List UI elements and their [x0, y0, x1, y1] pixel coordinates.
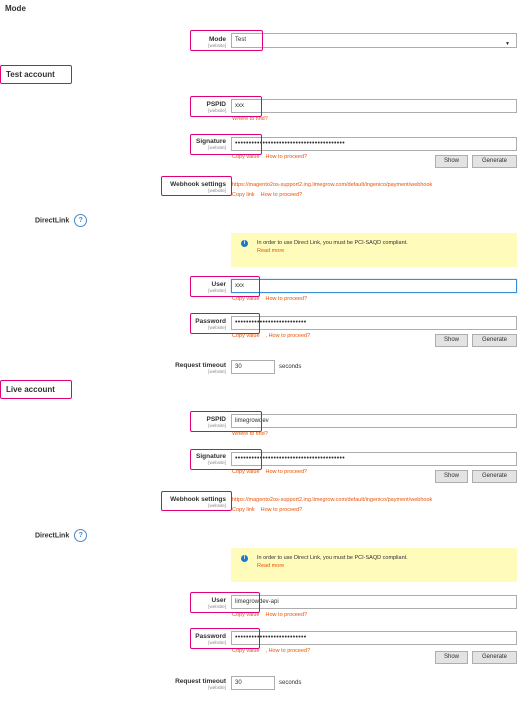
- test-directlink-info: i In order to use Direct Link, you must …: [231, 233, 517, 267]
- live-timeout-label: Request timeout [website]: [175, 678, 226, 690]
- info-icon: i: [241, 240, 248, 247]
- test-signature-generate-button[interactable]: Generate: [472, 155, 517, 168]
- chevron-down-icon: ▼: [505, 41, 510, 47]
- highlight-test-password: [190, 313, 260, 334]
- how-to-proceed-link[interactable]: How to proceed?: [266, 154, 308, 160]
- highlight-live-section: [0, 380, 72, 399]
- live-webhook-links: Copy link How to proceed?: [232, 507, 308, 513]
- live-password-input[interactable]: ••••••••••••••••••••••••••: [231, 631, 517, 645]
- test-webhook-url[interactable]: https://magento2os-support2.ing.limegrow…: [232, 182, 438, 188]
- copy-link[interactable]: Copy link: [232, 507, 255, 513]
- mode-section-title: Mode: [5, 4, 26, 13]
- mode-select[interactable]: Test ▼: [231, 33, 517, 48]
- read-more-link[interactable]: Read more: [257, 248, 284, 254]
- how-to-proceed-link[interactable]: How to proceed?: [266, 469, 308, 475]
- test-directlink-title: DirectLink?: [35, 214, 88, 227]
- test-signature-input[interactable]: ••••••••••••••••••••••••••••••••••••••••: [231, 137, 517, 151]
- highlight-test-pspid: [190, 96, 262, 117]
- how-to-proceed-link[interactable]: How to proceed?: [261, 507, 303, 513]
- how-to-proceed-link[interactable]: How to proceed?: [266, 612, 308, 618]
- test-user-input[interactable]: xxx: [231, 279, 517, 293]
- help-icon[interactable]: ?: [74, 529, 88, 542]
- test-password-show-button[interactable]: Show: [435, 334, 468, 347]
- test-timeout-input[interactable]: 30: [231, 360, 275, 374]
- highlight-mode: [190, 30, 263, 51]
- live-webhook-url[interactable]: https://magento2os-support2.ing.limegrow…: [232, 497, 438, 503]
- live-signature-show-button[interactable]: Show: [435, 470, 468, 483]
- live-directlink-info: i In order to use Direct Link, you must …: [231, 548, 517, 582]
- test-pspid-input[interactable]: xxx: [231, 99, 517, 113]
- live-timeout-unit: seconds: [279, 680, 302, 686]
- test-timeout-unit: seconds: [279, 364, 302, 370]
- test-signature-show-button[interactable]: Show: [435, 155, 468, 168]
- help-icon[interactable]: ?: [74, 214, 88, 227]
- how-to-proceed-link[interactable]: , How to proceed?: [266, 648, 311, 654]
- highlight-live-password: [190, 628, 260, 649]
- test-password-input[interactable]: ••••••••••••••••••••••••••: [231, 316, 517, 330]
- test-password-generate-button[interactable]: Generate: [472, 334, 517, 347]
- live-user-input[interactable]: limegrowdev-api: [231, 595, 517, 609]
- read-more-link[interactable]: Read more: [257, 563, 284, 569]
- test-webhook-links: Copy link How to proceed?: [232, 192, 308, 198]
- highlight-live-pspid: [190, 411, 262, 432]
- how-to-proceed-link[interactable]: How to proceed?: [266, 296, 308, 302]
- info-icon: i: [241, 555, 248, 562]
- how-to-proceed-link[interactable]: , How to proceed?: [266, 333, 311, 339]
- live-pspid-input[interactable]: limegrowdev: [231, 414, 517, 428]
- test-timeout-label: Request timeout [website]: [175, 362, 226, 374]
- highlight-test-section: [0, 65, 72, 84]
- live-timeout-input[interactable]: 30: [231, 676, 275, 690]
- live-password-generate-button[interactable]: Generate: [472, 651, 517, 664]
- highlight-test-signature: [190, 134, 262, 155]
- highlight-test-webhook: [161, 176, 232, 196]
- highlight-live-user: [190, 592, 260, 613]
- live-signature-generate-button[interactable]: Generate: [472, 470, 517, 483]
- highlight-live-webhook: [161, 491, 232, 511]
- live-signature-input[interactable]: ••••••••••••••••••••••••••••••••••••••••: [231, 452, 517, 466]
- copy-link[interactable]: Copy link: [232, 192, 255, 198]
- how-to-proceed-link[interactable]: How to proceed?: [261, 192, 303, 198]
- highlight-test-user: [190, 276, 260, 297]
- live-password-show-button[interactable]: Show: [435, 651, 468, 664]
- live-directlink-title: DirectLink?: [35, 529, 88, 542]
- highlight-live-signature: [190, 449, 262, 470]
